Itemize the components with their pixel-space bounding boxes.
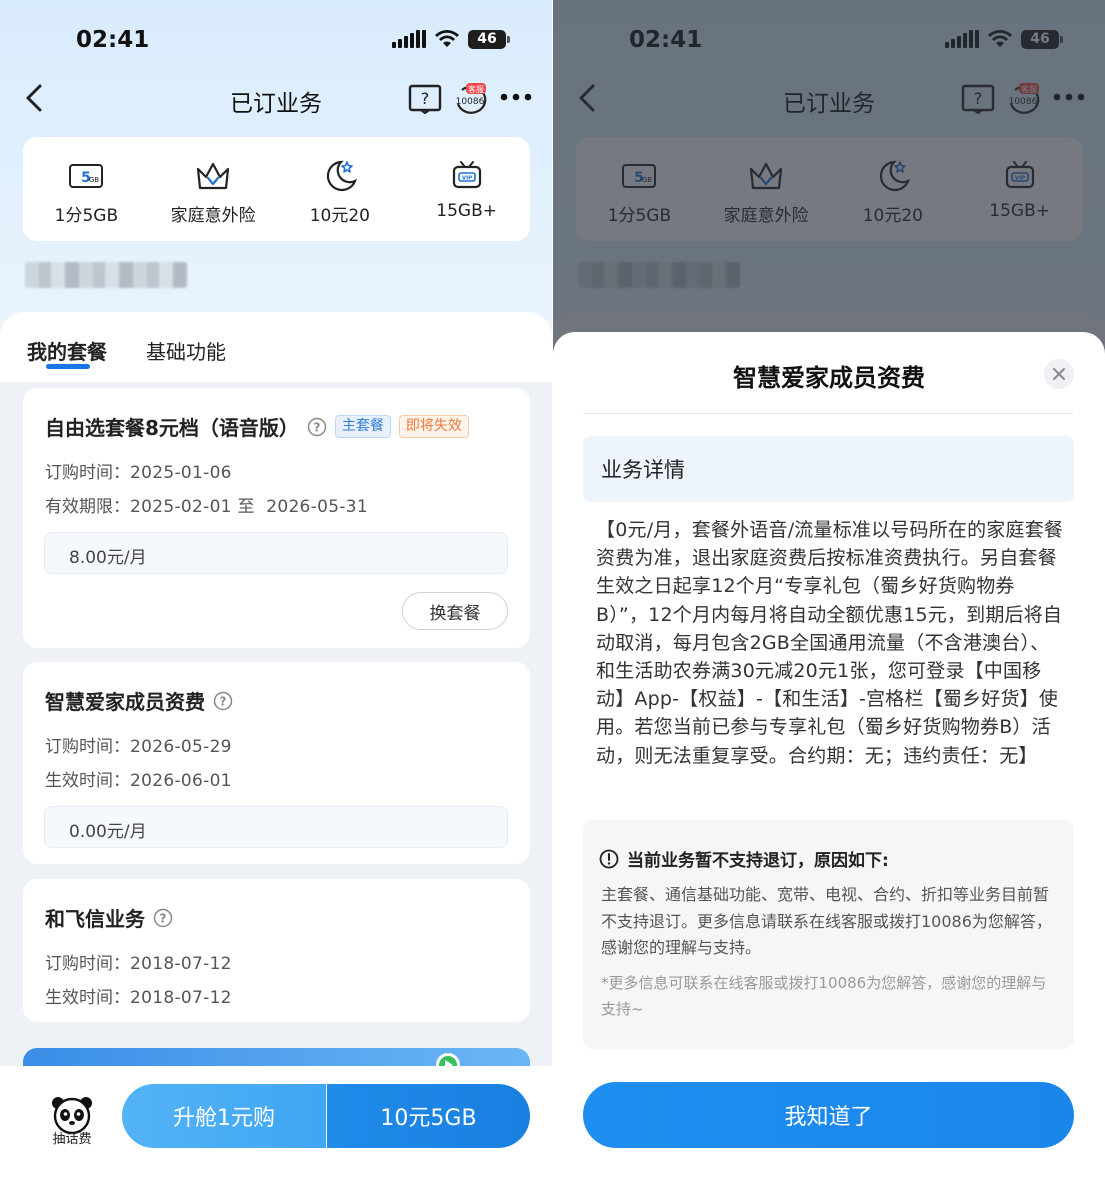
got-it-button[interactable]: 我知道了 — [583, 1082, 1074, 1148]
notice-body: 主套餐、通信基础功能、宽带、电视、合约、折扣等业务目前暂不支持退订。更多信息请联… — [601, 885, 1052, 957]
quick-item-15gb[interactable]: VIP 15GB+ — [403, 137, 530, 241]
notice-heading: 当前业务暂不支持退订，原因如下: — [599, 846, 889, 871]
active-tab-indicator — [46, 364, 90, 369]
close-button[interactable] — [1044, 359, 1074, 389]
help-book-icon[interactable]: ? — [408, 84, 442, 114]
svg-text:VIP: VIP — [461, 176, 471, 182]
upgrade-button[interactable]: 升舱1元购 — [122, 1084, 326, 1148]
svg-text:?: ? — [220, 694, 227, 708]
quick-access-card: 5GB 1分5GB 家庭意外险 10元20 VIP 15GB+ — [23, 137, 530, 241]
package-card: 智慧爱家成员资费 ? 订购时间：2026-05-29 生效时间：2026-06-… — [23, 662, 530, 864]
notice-title: 当前业务暂不支持退订，原因如下: — [627, 851, 889, 871]
info-alert-icon — [599, 849, 619, 868]
effective-time-row: 生效时间：2026-06-01 — [45, 771, 232, 791]
expiring-badge: 即将失效 — [398, 415, 469, 438]
unsubscribe-notice: 当前业务暂不支持退订，原因如下: 主套餐、通信基础功能、宽带、电视、合约、折扣等… — [583, 820, 1074, 1049]
buy-data-button[interactable]: 10元5GB — [327, 1084, 530, 1148]
question-icon[interactable]: ? — [213, 691, 233, 711]
quick-item-label: 10元20 — [309, 206, 370, 226]
business-detail-text: 【0元/月，套餐外语音/流量标准以号码所在的家庭套餐资费为准，退出家庭资费后按标… — [596, 519, 1064, 767]
package-title: 智慧爱家成员资费 ? — [45, 686, 233, 715]
lottery-label[interactable]: 抽话费 — [44, 1128, 100, 1147]
tab-basic-features[interactable]: 基础功能 — [146, 336, 226, 365]
modal-separator — [583, 413, 1074, 414]
detail-section-header: 业务详情 — [583, 436, 1074, 502]
business-detail-modal: 智慧爱家成员资费 业务详情 【0元/月，套餐外语音/流量标准以号码所在的家庭套餐… — [553, 332, 1105, 1200]
section-title: 业务详情 — [601, 458, 685, 482]
package-name: 和飞信业务 — [45, 907, 145, 931]
tab-my-package[interactable]: 我的套餐 — [27, 336, 107, 365]
svg-text:10086: 10086 — [456, 97, 485, 107]
price-text: 0.00元/月 — [69, 822, 147, 842]
order-time-row: 订购时间：2025-01-06 — [45, 463, 232, 483]
order-time-row: 订购时间：2026-05-29 — [45, 737, 232, 757]
crown-icon — [197, 162, 230, 190]
customer-service-icon[interactable]: 客服 10086 — [452, 82, 490, 116]
moon-star-icon — [326, 160, 357, 192]
package-name: 智慧爱家成员资费 — [45, 690, 205, 714]
valid-period-row: 有效期限：2025-02-01 至 2026-05-31 — [45, 497, 369, 517]
price-box: 0.00元/月 — [44, 806, 508, 848]
order-time-row: 订购时间：2018-07-12 — [45, 954, 232, 974]
quick-item-label: 15GB+ — [436, 201, 497, 221]
question-icon[interactable]: ? — [307, 417, 327, 437]
close-icon — [1053, 368, 1065, 380]
price-text: 8.00元/月 — [69, 548, 147, 568]
svg-text:GB: GB — [89, 176, 99, 184]
quick-item-5gb[interactable]: 5 GB 1分5GB — [23, 137, 150, 241]
tab-bar: 我的套餐 基础功能 — [0, 312, 552, 382]
package-card: 自由选套餐8元档（语音版） ? 主套餐 即将失效 订购时间：2025-01-06… — [23, 388, 530, 648]
cellular-signal-icon — [392, 30, 426, 48]
main-package-badge: 主套餐 — [334, 415, 391, 438]
modal-title: 智慧爱家成员资费 — [733, 364, 925, 392]
quick-item-insurance[interactable]: 家庭意外险 — [150, 137, 277, 241]
notice-footnote: *更多信息可联系在线客服或拨打10086为您解答，感谢您的理解与支持~ — [601, 974, 1047, 1018]
package-name: 自由选套餐8元档（语音版） — [45, 416, 299, 440]
change-package-button[interactable]: 换套餐 — [402, 592, 508, 630]
status-icons: 46 — [392, 29, 510, 49]
package-title: 自由选套餐8元档（语音版） ? 主套餐 即将失效 — [45, 412, 469, 441]
svg-text:?: ? — [160, 911, 167, 925]
quick-item-label: 家庭意外险 — [170, 206, 256, 226]
svg-text:?: ? — [313, 420, 320, 434]
svg-text:?: ? — [421, 89, 430, 108]
masked-phone-number — [25, 262, 187, 288]
package-title: 和飞信业务 ? — [45, 903, 173, 932]
wifi-icon — [435, 30, 459, 47]
effective-time-row: 生效时间：2018-07-12 — [45, 988, 232, 1008]
status-time: 02:41 — [76, 27, 150, 53]
more-icon[interactable] — [499, 90, 533, 104]
modal-screen: 02:41 46 已订业务 ? 客服10086 5GB 1分5GB 家庭意外险 … — [553, 0, 1105, 1200]
svg-text:客服: 客服 — [468, 84, 484, 94]
bottom-action-bar: 抽话费 升舱1元购 10元5GB — [0, 1066, 552, 1200]
quick-item-10yuan20[interactable]: 10元20 — [277, 137, 404, 241]
question-icon[interactable]: ? — [153, 908, 173, 928]
package-card: 和飞信业务 ? 订购时间：2018-07-12 生效时间：2018-07-12 — [23, 879, 530, 1022]
vip-tv-icon: VIP — [452, 161, 481, 189]
quick-item-label: 1分5GB — [54, 206, 119, 226]
orders-screen: 02:41 46 已订业务 ? 客服 10086 5 GB 1分5GB 家庭意外险 … — [0, 0, 552, 1200]
battery-icon: 46 — [468, 29, 510, 49]
5gb-icon: 5GB — [69, 164, 104, 188]
price-box: 8.00元/月 — [44, 532, 508, 574]
